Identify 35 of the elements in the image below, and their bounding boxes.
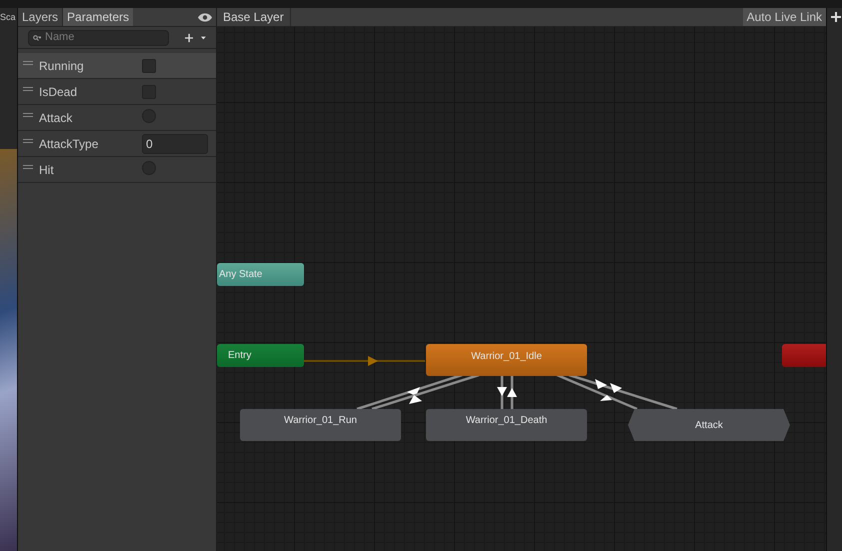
drag-handle-icon[interactable] xyxy=(23,164,33,168)
search-icon xyxy=(33,34,41,40)
transition-arrow[interactable] xyxy=(556,374,638,410)
auto-live-link-button[interactable]: Auto Live Link xyxy=(742,8,826,26)
sub-state-machine-node[interactable]: Attack xyxy=(628,409,790,441)
parameter-name: Attack xyxy=(39,110,74,126)
add-icon[interactable] xyxy=(831,12,841,22)
parameter-name: Hit xyxy=(39,162,55,178)
eye-icon[interactable] xyxy=(198,12,212,22)
transition-arrow[interactable] xyxy=(372,374,480,410)
parameter-row[interactable]: AttackType 0 xyxy=(18,131,216,157)
panel-tab[interactable]: Parameters xyxy=(63,8,134,26)
transition-arrow[interactable] xyxy=(497,376,507,409)
graph-canvas[interactable]: Any State Entry Warrior_01_Idle Warrior_01_Run Warrior_01_Death Attack xyxy=(217,27,826,551)
drag-handle-icon[interactable] xyxy=(23,112,33,116)
add-icon[interactable] xyxy=(185,32,194,44)
parameter-name: AttackType xyxy=(39,136,100,152)
entry-node[interactable]: Entry xyxy=(217,344,304,367)
exit-node[interactable] xyxy=(782,344,826,367)
field-label: Sca xyxy=(0,11,17,24)
parameter-name: Running xyxy=(39,58,85,74)
checkbox[interactable] xyxy=(142,58,156,72)
transition-arrow[interactable] xyxy=(356,374,462,410)
drag-handle-icon[interactable] xyxy=(23,86,33,90)
drag-handle-icon[interactable] xyxy=(23,138,33,142)
value-field[interactable]: 0 xyxy=(142,134,208,154)
parameter-name: IsDead xyxy=(39,84,78,100)
drag-handle-icon[interactable] xyxy=(23,60,33,64)
dropdown-arrow-icon[interactable] xyxy=(201,36,206,40)
parameter-row[interactable]: Running xyxy=(18,53,216,79)
search-field[interactable]: Name xyxy=(28,30,169,46)
transition-arrow[interactable] xyxy=(507,376,517,409)
state-node[interactable]: Warrior_01_Run xyxy=(240,409,401,441)
state-node[interactable]: Warrior_01_Death xyxy=(426,409,587,441)
transition-arrow[interactable] xyxy=(568,374,678,410)
